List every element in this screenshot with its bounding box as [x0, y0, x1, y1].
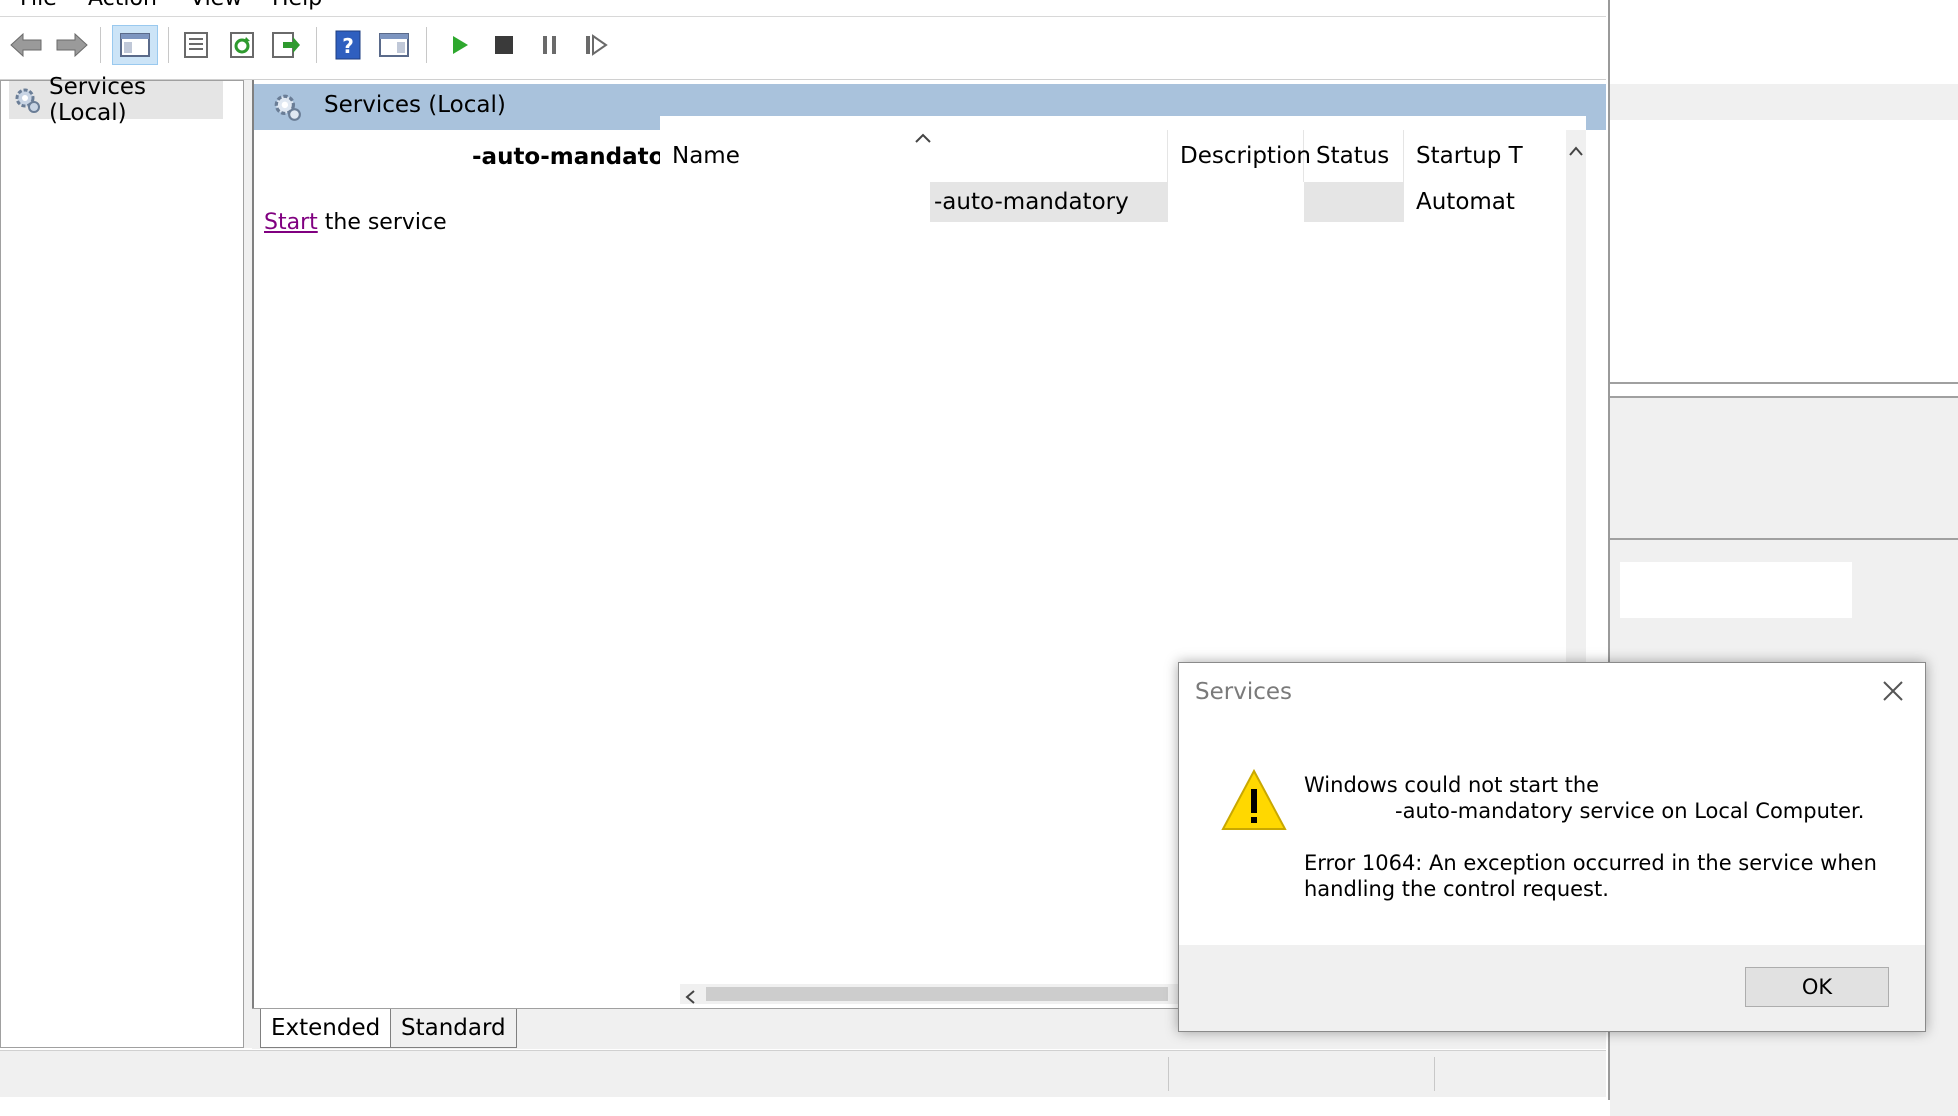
start-service-suffix: the service — [317, 210, 447, 235]
pane-splitter[interactable] — [244, 80, 252, 1048]
forward-icon[interactable] — [52, 25, 92, 65]
resume-service-icon[interactable] — [576, 25, 616, 65]
refresh-icon[interactable] — [222, 25, 262, 65]
svg-text:?: ? — [342, 34, 354, 58]
tree-item-label: Services (Local) — [49, 74, 146, 126]
console-tree: Services (Local) — [0, 74, 244, 1048]
close-icon[interactable] — [1875, 673, 1911, 709]
error-dialog: Services Windows could not start the -au… — [1178, 662, 1926, 1032]
column-header-name[interactable]: Name — [660, 130, 1168, 182]
cell-status — [1304, 182, 1404, 222]
dialog-message-line2: -auto-mandatory service on Local Compute… — [1395, 799, 1865, 823]
list-header: Name Description Status Startup T — [660, 130, 1586, 182]
cell-description — [1168, 182, 1304, 222]
show-hide-action-pane-icon[interactable] — [374, 25, 414, 65]
column-header-status[interactable]: Status — [1304, 130, 1404, 182]
column-header-description[interactable]: Description — [1168, 130, 1311, 182]
menu-view[interactable]: View — [190, 0, 242, 11]
dialog-error-line2: handling the control request. — [1304, 877, 1609, 901]
pause-service-icon[interactable] — [530, 25, 570, 65]
start-service-link[interactable]: Start — [264, 210, 318, 235]
services-gear-icon — [272, 92, 302, 128]
background-window-panel — [1610, 396, 1958, 542]
selected-service-name: -auto-mandatory — [472, 144, 691, 170]
menu-action[interactable]: Action — [88, 0, 157, 11]
scroll-up-icon[interactable] — [1568, 138, 1584, 163]
show-hide-console-tree-icon[interactable] — [112, 25, 158, 65]
background-window-field — [1620, 562, 1852, 618]
back-icon[interactable] — [6, 25, 46, 65]
stop-service-icon[interactable] — [484, 25, 524, 65]
services-gear-icon — [13, 86, 41, 114]
table-row[interactable]: -auto-mandatory Automat — [660, 182, 1566, 222]
tab-standard[interactable]: Standard — [390, 1009, 517, 1048]
tab-extended[interactable]: Extended — [260, 1009, 392, 1048]
dialog-message-line1: Windows could not start the — [1304, 773, 1600, 797]
cell-startup-type: Automat — [1416, 189, 1515, 215]
menu-help[interactable]: Help — [272, 0, 322, 11]
dialog-title: Services — [1195, 679, 1292, 705]
sort-ascending-icon — [914, 124, 932, 150]
pane-header-title: Services (Local) — [324, 92, 506, 118]
help-icon[interactable]: ? — [328, 25, 368, 65]
start-service-icon[interactable] — [440, 25, 480, 65]
background-divider — [1610, 382, 1958, 384]
background-window-band — [1610, 84, 1958, 120]
start-service-line: Start the service — [264, 210, 447, 235]
ok-button[interactable]: OK — [1745, 967, 1889, 1007]
dialog-error-line1: Error 1064: An exception occurred in the… — [1304, 851, 1877, 875]
properties-icon[interactable] — [176, 25, 216, 65]
column-header-startup-type[interactable]: Startup T — [1404, 130, 1568, 182]
horizontal-scroll-thumb[interactable] — [706, 987, 1168, 1001]
status-bar — [0, 1050, 1606, 1097]
cell-name: -auto-mandatory — [930, 182, 1168, 222]
menu-file[interactable]: File — [20, 0, 57, 11]
tree-item-services-local[interactable]: Services (Local) — [9, 74, 223, 126]
toolbar: ? — [0, 17, 1606, 80]
export-list-icon[interactable] — [266, 25, 306, 65]
warning-icon — [1221, 768, 1287, 837]
horizontal-scrollbar[interactable] — [680, 984, 1180, 1004]
menu-bar: File Action View Help — [0, 0, 1606, 17]
